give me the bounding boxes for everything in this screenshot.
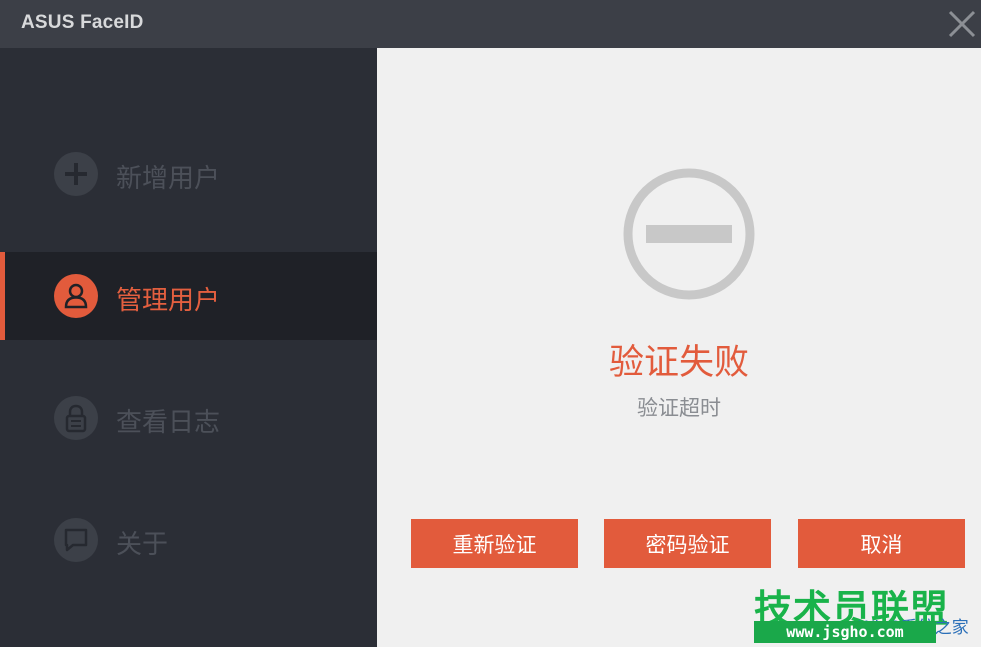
close-icon[interactable] bbox=[944, 6, 980, 42]
active-indicator bbox=[0, 252, 5, 340]
sidebar-item-manage-users[interactable]: 管理用户 bbox=[0, 252, 377, 340]
app-title: ASUS FaceID bbox=[21, 12, 144, 33]
sidebar-item-label: 查看日志 bbox=[116, 408, 221, 438]
sidebar-item-view-logs[interactable]: 查看日志 bbox=[0, 374, 377, 462]
title-bar: ASUS FaceID bbox=[0, 0, 981, 48]
main-content: 验证失败 验证超时 重新验证 密码验证 取消 bbox=[377, 48, 981, 647]
sidebar: 新增用户 管理用户 查看日志 关于 bbox=[0, 48, 377, 647]
user-icon bbox=[54, 274, 98, 318]
sidebar-item-label: 新增用户 bbox=[116, 164, 221, 194]
lock-icon bbox=[54, 396, 98, 440]
status-title: 验证失败 bbox=[608, 343, 749, 383]
retry-button[interactable]: 重新验证 bbox=[411, 519, 578, 568]
chat-icon bbox=[54, 518, 98, 562]
plus-circle-icon bbox=[54, 152, 98, 196]
sidebar-item-about[interactable]: 关于 bbox=[0, 496, 377, 584]
sidebar-item-add-user[interactable]: 新增用户 bbox=[0, 130, 377, 218]
cancel-button[interactable]: 取消 bbox=[798, 519, 965, 568]
sidebar-item-label: 管理用户 bbox=[116, 286, 221, 316]
password-verify-button[interactable]: 密码验证 bbox=[604, 519, 771, 568]
sidebar-item-label: 关于 bbox=[116, 530, 169, 560]
minus-circle-icon bbox=[622, 167, 756, 301]
status-subtitle: 验证超时 bbox=[637, 396, 721, 420]
